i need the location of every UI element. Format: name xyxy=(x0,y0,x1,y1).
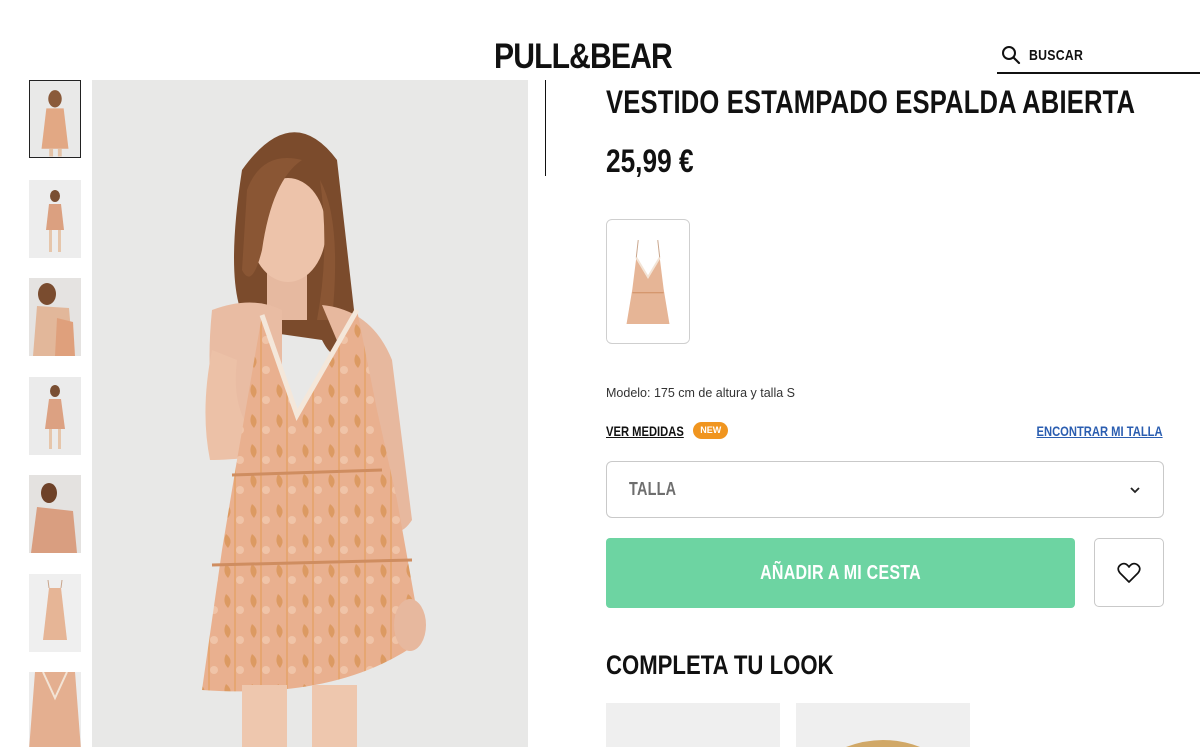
add-to-cart-label: AÑADIR A MI CESTA xyxy=(760,561,921,584)
search-button[interactable]: BUSCAR xyxy=(997,38,1200,74)
look-card-2[interactable] xyxy=(796,703,970,747)
measures-row: VER MEDIDAS NEW xyxy=(606,422,729,439)
thumbnail-1[interactable] xyxy=(29,80,81,158)
find-my-size-link[interactable]: ENCONTRAR MI TALLA xyxy=(1037,423,1163,439)
size-select[interactable]: TALLA xyxy=(606,461,1164,518)
look-card-1[interactable] xyxy=(606,703,780,747)
vertical-divider xyxy=(545,80,546,176)
thumbnail-2[interactable] xyxy=(29,180,81,258)
product-price: 25,99 € xyxy=(606,143,694,179)
thumbnail-3[interactable] xyxy=(29,278,81,356)
heart-icon xyxy=(1117,562,1141,583)
thumbnail-7[interactable] xyxy=(29,672,81,747)
chevron-down-icon xyxy=(1130,486,1140,493)
search-icon xyxy=(1002,46,1021,65)
model-info: Modelo: 175 cm de altura y talla S xyxy=(606,386,795,400)
look-card-2-image xyxy=(846,740,920,747)
complete-look-title: COMPLETA TU LOOK xyxy=(606,650,834,680)
add-to-cart-button[interactable]: AÑADIR A MI CESTA xyxy=(606,538,1075,608)
search-label: BUSCAR xyxy=(1029,46,1084,64)
product-title: VESTIDO ESTAMPADO ESPALDA ABIERTA xyxy=(606,84,1136,120)
color-swatch[interactable] xyxy=(606,219,690,344)
main-product-image[interactable] xyxy=(92,80,528,747)
thumbnail-5[interactable] xyxy=(29,475,81,553)
size-select-label: TALLA xyxy=(629,479,677,499)
new-badge: NEW xyxy=(693,422,729,439)
model-photo xyxy=(92,80,528,747)
brand-logo[interactable]: PULL&BEAR xyxy=(494,37,673,77)
wishlist-button[interactable] xyxy=(1094,538,1164,607)
view-measures-link[interactable]: VER MEDIDAS xyxy=(606,423,684,439)
thumbnail-6[interactable] xyxy=(29,574,81,652)
swatch-dress-image xyxy=(607,220,689,343)
thumbnail-4[interactable] xyxy=(29,377,81,455)
